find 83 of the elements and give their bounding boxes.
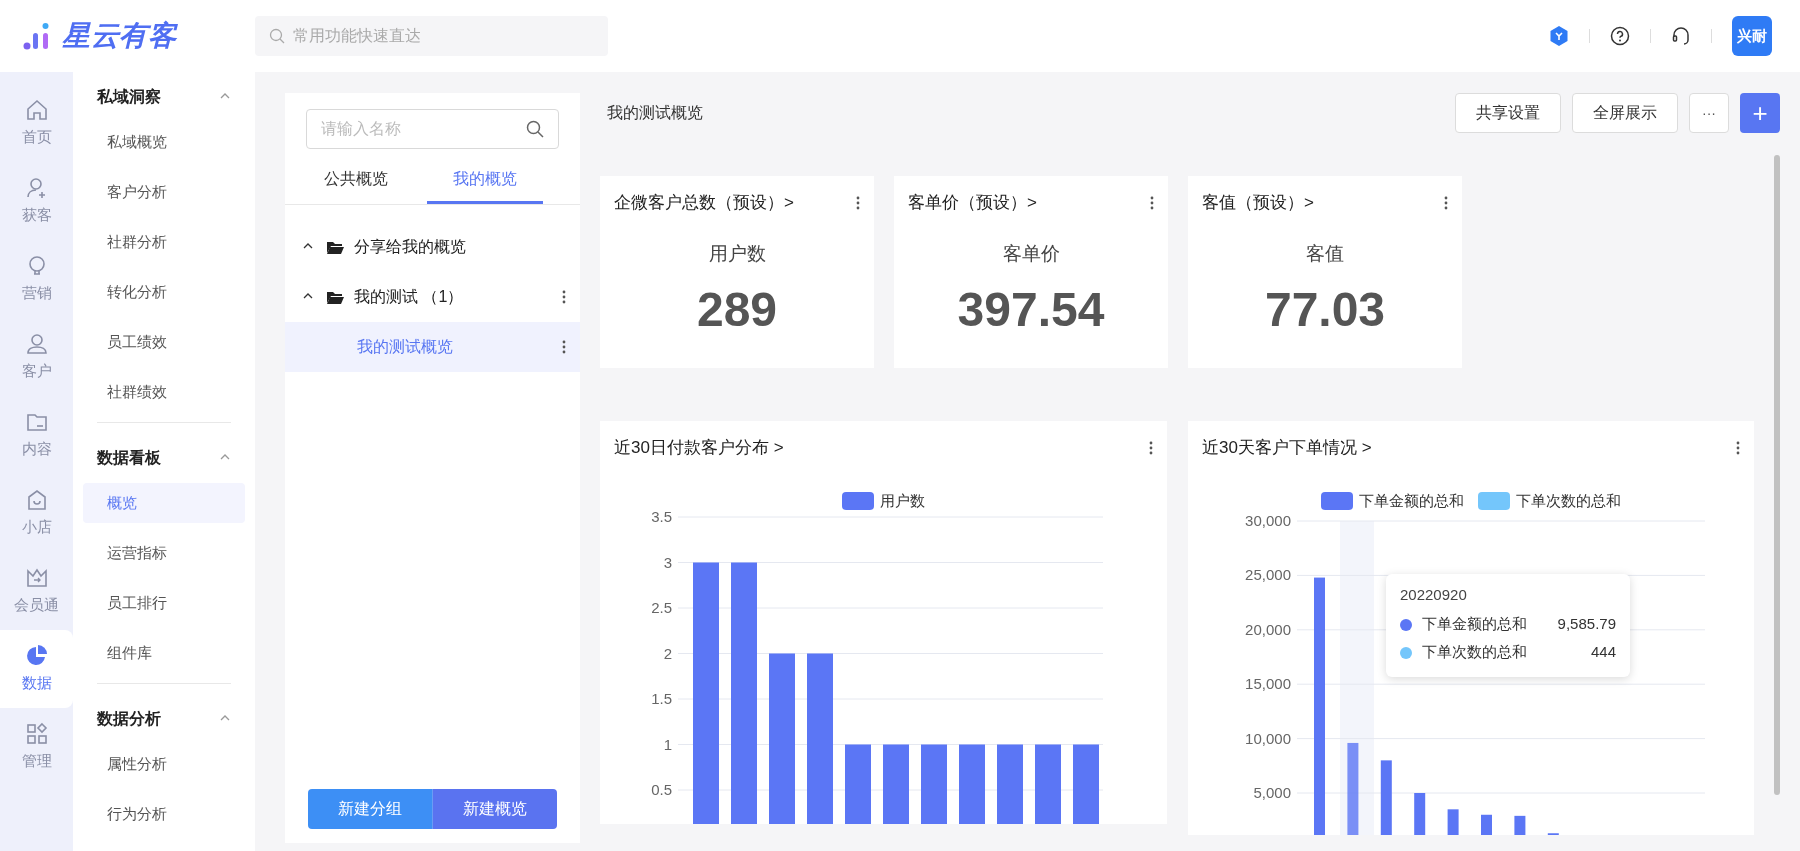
new-button[interactable]: 新建概览 [433,789,557,829]
brand-name: 星云有客 [62,19,177,53]
name-search-field[interactable]: 请输入名称 [306,109,559,149]
menu-item[interactable]: 客户分析 [83,172,245,212]
menu-item[interactable]: 社群分析 [83,222,245,262]
bar [1514,815,1526,835]
more-icon[interactable] [562,340,566,354]
metric-value: 397.54 [956,286,1106,334]
metric-label: 客值 [1305,241,1345,266]
more-icon[interactable] [1736,441,1740,455]
menu-item[interactable]: 组件库 [83,633,245,673]
name-search-input[interactable]: 请输入名称 [321,110,526,148]
tree-item[interactable]: 我的测试概览 [285,322,580,372]
menu-item[interactable]: 私域概览 [83,122,245,162]
user-icon [24,331,49,356]
menu-item[interactable]: 员工绩效 [83,322,245,362]
tab[interactable]: 公共概览 [298,156,414,204]
axis-label: 20,000 [1245,620,1291,638]
metric-value: 289 [695,286,779,334]
dashboard-title: 我的测试概览 [607,103,703,123]
toolbar-button[interactable]: 全屏展示 [1572,93,1678,133]
grid-icon [24,721,49,746]
axis-label: 2.5 [651,599,672,616]
more-icon[interactable] [856,195,860,210]
folder-icon [326,290,344,304]
section-header[interactable]: 数据分析 [83,694,245,744]
chart-title[interactable]: 近30天客户下单情况 > [1202,435,1372,461]
tree-item[interactable]: 分享给我的概览 [285,222,580,272]
chart-title[interactable]: 近30日付款客户分布 > [614,435,784,461]
legend-label: 下单次数的总和 [1422,642,1527,663]
toolbar-button[interactable]: 共享设置 [1455,93,1561,133]
search-icon [526,120,544,138]
menu-item[interactable]: 概览 [83,483,245,523]
help-icon[interactable] [1610,26,1630,46]
add-button[interactable]: + [1740,93,1780,133]
more-button[interactable]: ··· [1689,93,1729,133]
axis-label: 5,000 [1253,784,1291,801]
menu-item[interactable]: 行为分析 [83,794,245,834]
axis-label: 15,000 [1245,675,1291,693]
folder-icon [326,240,344,254]
more-icon[interactable] [1150,195,1154,210]
pie-chart-icon [24,643,49,668]
nav-item[interactable]: 数据 [0,630,73,708]
headset-icon[interactable] [1671,26,1691,46]
metric-label: 用户数 [707,241,767,266]
chart-tooltip: 20220920 下单金额的总和 9,585.79 下单次数的总和 444 [1386,574,1630,677]
section-header[interactable]: 数据看板 [83,433,245,483]
metric-label: 客单价 [1001,241,1061,266]
hexagon-icon[interactable] [1549,25,1569,47]
user-avatar[interactable]: 兴耐 [1732,16,1772,56]
axis-label: 3.5 [651,508,672,525]
bar [1414,793,1426,835]
card-title[interactable]: 企微客户总数（预设）> [614,190,794,216]
tab[interactable]: 我的概览 [427,156,543,204]
axis-label: 25,000 [1245,566,1291,584]
legend-item[interactable]: 用户数 [842,489,925,513]
home-icon [24,97,49,122]
tree-item[interactable]: 我的测试 （1） [285,272,580,322]
menu-item[interactable]: 社群绩效 [83,372,245,412]
legend-item[interactable]: 下单金额的总和 [1321,489,1464,513]
legend-label: 下单金额的总和 [1422,614,1527,635]
bar [1481,814,1492,835]
section-header[interactable]: 私域洞察 [83,72,245,122]
axis-label: 30,000 [1245,512,1291,529]
legend-item[interactable]: 下单次数的总和 [1478,489,1621,513]
metric-value: 77.03 [1263,286,1387,334]
search-icon [269,28,285,44]
menu-item[interactable]: 运营指标 [83,533,245,573]
axis-label: 2 [663,644,672,662]
more-icon[interactable] [1444,195,1448,210]
axis-label: 3 [663,553,672,571]
axis-label: 10,000 [1245,729,1291,747]
card-title[interactable]: 客值（预设）> [1202,190,1314,216]
more-icon[interactable] [562,290,566,304]
bar [1447,809,1459,835]
card-title[interactable]: 客单价（预设）> [908,190,1037,216]
menu-item[interactable]: 转化分析 [83,272,245,312]
axis-label: 1.5 [651,690,672,707]
menu-item[interactable]: 员工排行 [83,583,245,623]
menu-item[interactable]: 属性分析 [83,744,245,784]
axis-label: 0.5 [651,781,672,798]
more-icon[interactable] [1149,441,1153,455]
axis-label: 1 [663,735,672,753]
